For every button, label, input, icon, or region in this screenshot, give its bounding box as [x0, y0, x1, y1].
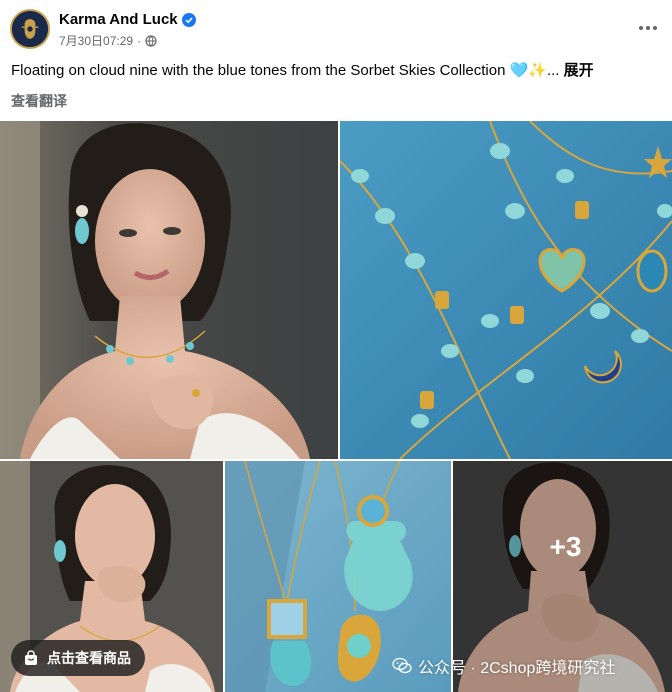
page-name-text[interactable]: Karma And Luck	[59, 11, 178, 28]
meta-separator: ·	[137, 33, 142, 48]
watermark: 公众号 · 2Cshop跨境研究社	[392, 654, 615, 678]
post-header: Karma And Luck 7月30日07:29 ·	[0, 0, 672, 56]
page-name[interactable]: Karma And Luck	[59, 11, 196, 28]
globe-icon	[145, 34, 157, 47]
see-more-link[interactable]: 展开	[564, 62, 594, 79]
verified-badge-icon	[181, 12, 196, 27]
post-timestamp[interactable]: 7月30日07:29	[59, 32, 133, 49]
see-translation-link[interactable]: 查看翻译	[11, 91, 67, 111]
watermark-text: 公众号 · 2Cshop跨境研究社	[418, 660, 616, 677]
view-products-label[interactable]: 点击查看商品	[47, 648, 131, 668]
page-avatar[interactable]	[10, 9, 50, 49]
more-options-icon[interactable]	[636, 18, 660, 38]
wechat-icon	[392, 657, 412, 674]
gallery-photo-2[interactable]	[340, 121, 672, 459]
gallery-photo-1[interactable]	[0, 121, 338, 459]
caption-text: Floating on cloud nine with the blue ton…	[11, 62, 560, 79]
post-caption: Floating on cloud nine with the blue ton…	[11, 59, 661, 80]
view-products-button[interactable]: 点击查看商品	[11, 640, 145, 676]
shopping-bag-icon	[25, 650, 37, 665]
more-photos-count[interactable]: +3	[550, 531, 582, 563]
post-meta: 7月30日07:29 ·	[59, 32, 157, 49]
